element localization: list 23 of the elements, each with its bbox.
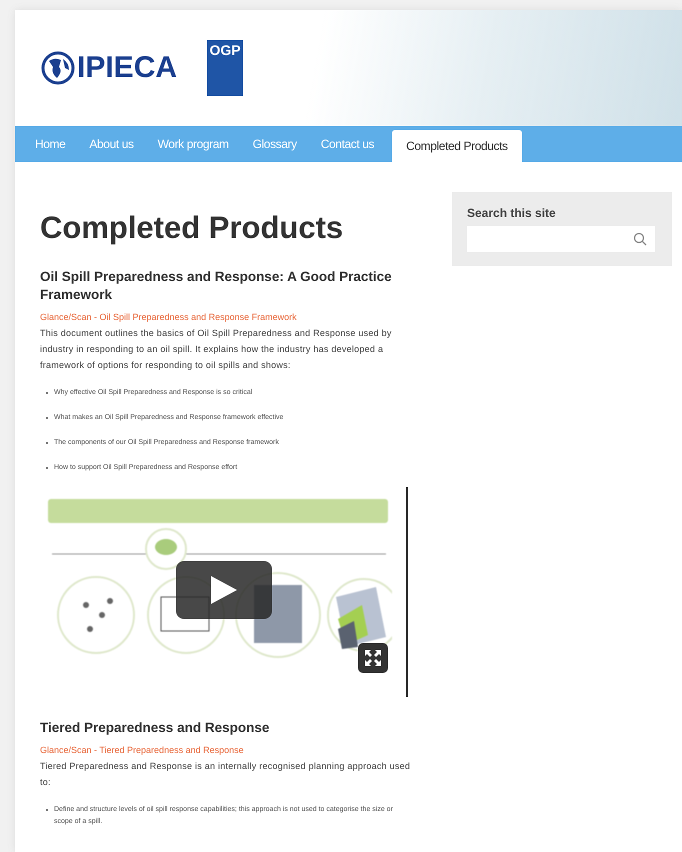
nav-tab[interactable]: Work program (146, 126, 241, 162)
globe-icon (41, 51, 75, 85)
play-icon (211, 576, 237, 604)
logo-badge[interactable]: OGP (207, 40, 244, 96)
nav-tab[interactable]: Contact us (308, 126, 386, 162)
glance-scan-link[interactable]: Glance/Scan - Tiered Preparedness and Response (40, 745, 412, 755)
section-text: Tiered Preparedness and Response is an internally recognised planning approach used to: (40, 760, 412, 789)
expand-icon (363, 648, 383, 668)
nav-tab[interactable]: Completed Products (392, 130, 522, 162)
page-title: Completed Products (40, 210, 344, 246)
nav-tab[interactable]: About us (77, 126, 146, 162)
section-text: This document outlines the basics of Oil Spill Preparedness and Response used by industry in responding to an oil spill. It explains how the industry has developed a framework of options for responding to oil spills and shows: (40, 327, 393, 372)
nav-tab[interactable]: Home (23, 126, 78, 162)
logo-text[interactable]: IPIECA (77, 51, 178, 85)
glance-scan-link[interactable]: Glance/Scan - Oil Spill Preparedness and Response Framework (40, 312, 412, 322)
nav-tab[interactable]: Glossary (240, 126, 309, 162)
section-heading: Oil Spill Preparedness and Response: A Good Practice Framework (40, 268, 393, 304)
search-icon[interactable] (633, 232, 647, 246)
play-button[interactable] (176, 561, 272, 619)
search-field[interactable] (467, 226, 655, 252)
search-title: Search this site (467, 206, 557, 220)
fullscreen-button[interactable] (358, 643, 388, 673)
section-heading: Tiered Preparedness and Response (40, 719, 270, 737)
